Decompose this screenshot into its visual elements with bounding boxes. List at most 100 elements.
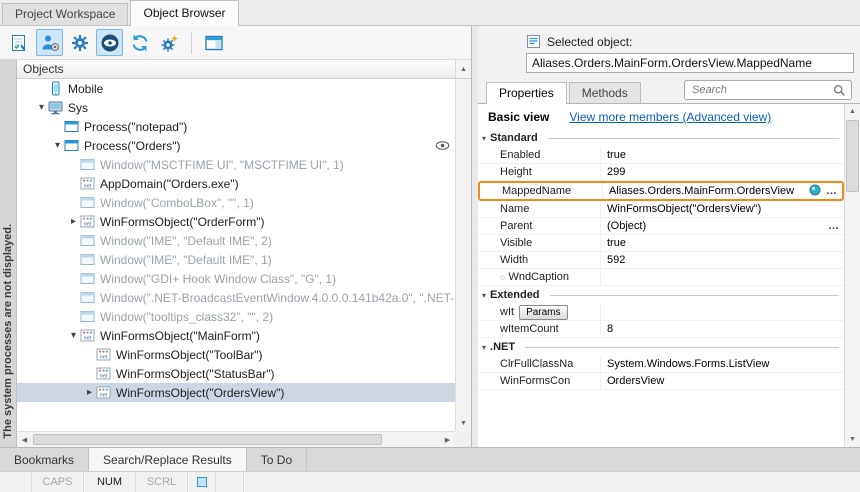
gear-sparkle-icon[interactable] [156, 29, 183, 56]
tree-horizontal-scrollbar[interactable]: ◀ ▶ [17, 431, 455, 447]
tree-item[interactable]: netWinFormsObject("ToolBar") [17, 345, 455, 364]
property-name: wItParams [500, 305, 600, 320]
expand-arrow-icon[interactable]: ▸ [83, 387, 96, 398]
property-group-header[interactable]: ▾Standard [478, 129, 844, 147]
tree-item[interactable]: ▾Process("Orders") [17, 136, 455, 155]
gear-icon[interactable] [66, 29, 93, 56]
property-row-wit[interactable]: wItParams [478, 304, 844, 321]
group-divider-line [525, 347, 839, 348]
property-name: wItemCount [500, 323, 600, 335]
property-row-height[interactable]: Height299 [478, 164, 844, 181]
collapse-arrow-icon[interactable]: ▾ [67, 330, 80, 341]
tab-bookmarks[interactable]: Bookmarks [0, 448, 89, 471]
tree-item[interactable]: Window("IME", "Default IME", 1) [17, 250, 455, 269]
ellipsis-button[interactable]: … [826, 185, 838, 197]
tree-item[interactable]: ▸netWinFormsObject("OrderForm") [17, 212, 455, 231]
search-box [684, 80, 852, 100]
object-browser-toolbar [0, 26, 471, 60]
tab-properties[interactable]: Properties [486, 82, 567, 104]
property-row-actions: … [809, 184, 842, 199]
eye-icon[interactable] [809, 184, 821, 199]
tree-vertical-scrollbar[interactable]: ▼ [455, 79, 471, 431]
property-value: 8 [600, 321, 844, 337]
status-cell [188, 472, 216, 492]
property-group-header[interactable]: ▾Extended [478, 286, 844, 304]
checklist-pencil-icon[interactable] [6, 29, 33, 56]
search-input[interactable] [692, 84, 833, 96]
eye-icon[interactable] [435, 140, 455, 151]
process-icon [64, 119, 79, 134]
property-name: Width [500, 254, 600, 266]
tab-to-do[interactable]: To Do [247, 448, 307, 471]
scrollbar-track[interactable] [32, 432, 440, 447]
ellipsis-button[interactable]: … [828, 220, 840, 232]
property-name: Height [500, 166, 600, 178]
scroll-left-button[interactable]: ◀ [17, 432, 32, 447]
expand-arrow-icon[interactable]: ▸ [67, 216, 80, 227]
tree-item[interactable]: Window("ComboLBox", "", 1) [17, 193, 455, 212]
property-row-wndcaption[interactable]: ○WndCaption [478, 269, 844, 286]
collapse-arrow-icon: ▾ [482, 291, 486, 300]
user-gear-icon[interactable] [36, 29, 63, 56]
group-name: .NET [490, 341, 515, 353]
eye-icon[interactable] [96, 29, 123, 56]
tab-object-browser[interactable]: Object Browser [130, 0, 238, 26]
scrollbar-track[interactable] [456, 79, 471, 416]
collapse-arrow-icon[interactable]: ▾ [35, 102, 48, 113]
inspector-vertical-scrollbar[interactable]: ▲ ▼ [844, 104, 860, 447]
tree-item[interactable]: Mobile [17, 79, 455, 98]
tree-item-label: WinFormsObject("ToolBar") [116, 348, 263, 362]
property-name: ClrFullClassNa [500, 358, 600, 370]
basic-view-label: Basic view [488, 110, 549, 124]
tree-item[interactable]: netAppDomain("Orders.exe") [17, 174, 455, 193]
scrollbar-thumb[interactable] [846, 120, 859, 192]
scroll-up-button[interactable]: ▲ [845, 104, 860, 119]
collapse-arrow-icon: ▾ [482, 343, 486, 352]
tree-item[interactable]: Window(".NET-BroadcastEventWindow.4.0.0.… [17, 288, 455, 307]
tab-project-workspace[interactable]: Project Workspace [2, 3, 128, 25]
scrollbar-track[interactable] [845, 193, 860, 432]
scroll-up-button[interactable]: ▲ [455, 60, 471, 78]
net-icon: net [80, 214, 95, 229]
tree-item[interactable]: Window("MSCTFIME UI", "MSCTFIME UI", 1) [17, 155, 455, 174]
tree-item[interactable]: Window("IME", "Default IME", 2) [17, 231, 455, 250]
property-row-clrfullclassna[interactable]: ClrFullClassNaSystem.Windows.Forms.ListV… [478, 356, 844, 373]
property-group-header[interactable]: ▾ .NET [478, 338, 844, 356]
advanced-view-link[interactable]: View more members (Advanced view) [569, 110, 771, 124]
tree-item-label: Window("ComboLBox", "", 1) [100, 196, 254, 210]
status-cell [0, 472, 32, 492]
property-row-enabled[interactable]: Enabledtrue [478, 147, 844, 164]
tree-item[interactable]: ▸netWinFormsObject("OrdersView") [17, 383, 455, 402]
property-name: Parent [500, 220, 600, 232]
tree-item[interactable]: Window("GDI+ Hook Window Class", "G", 1) [17, 269, 455, 288]
property-row-width[interactable]: Width592 [478, 252, 844, 269]
property-row-mappedname[interactable]: MappedNameAliases.Orders.MainForm.Orders… [478, 181, 844, 201]
tree-item[interactable]: netWinFormsObject("StatusBar") [17, 364, 455, 383]
tree-item-label: Window("MSCTFIME UI", "MSCTFIME UI", 1) [100, 158, 344, 172]
tree-item[interactable]: ▾netWinFormsObject("MainForm") [17, 326, 455, 345]
tree-item[interactable]: ▾Sys [17, 98, 455, 117]
tree-item[interactable]: Process("notepad") [17, 117, 455, 136]
tree-item[interactable]: Window("tooltips_class32", "", 2) [17, 307, 455, 326]
tab-search-replace-results[interactable]: Search/Replace Results [89, 448, 247, 471]
empty-value-icon: ○ [500, 272, 505, 282]
scroll-down-button[interactable]: ▼ [845, 432, 860, 447]
workspace-tab-bar: Project WorkspaceObject Browser [0, 0, 860, 26]
property-row-winformscon[interactable]: WinFormsConOrdersView [478, 373, 844, 390]
refresh-icon[interactable] [126, 29, 153, 56]
property-row-name[interactable]: NameWinFormsObject("OrdersView") [478, 201, 844, 218]
scrollbar-thumb[interactable] [33, 434, 382, 445]
selected-object-input[interactable] [526, 53, 854, 73]
params-button[interactable]: Params [519, 305, 567, 320]
tab-methods[interactable]: Methods [569, 82, 641, 103]
scroll-down-button[interactable]: ▼ [456, 416, 471, 431]
collapse-arrow-icon[interactable]: ▾ [51, 140, 64, 151]
scroll-right-button[interactable]: ▶ [440, 432, 455, 447]
object-browser-window: Project WorkspaceObject Browser The syst… [0, 0, 860, 492]
property-row-witemcount[interactable]: wItemCount8 [478, 321, 844, 338]
window-panel-icon[interactable] [200, 29, 227, 56]
property-row-visible[interactable]: Visibletrue [478, 235, 844, 252]
property-name: Enabled [500, 149, 600, 161]
property-row-parent[interactable]: Parent(Object)… [478, 218, 844, 235]
tree-item-label: AppDomain("Orders.exe") [100, 177, 239, 191]
